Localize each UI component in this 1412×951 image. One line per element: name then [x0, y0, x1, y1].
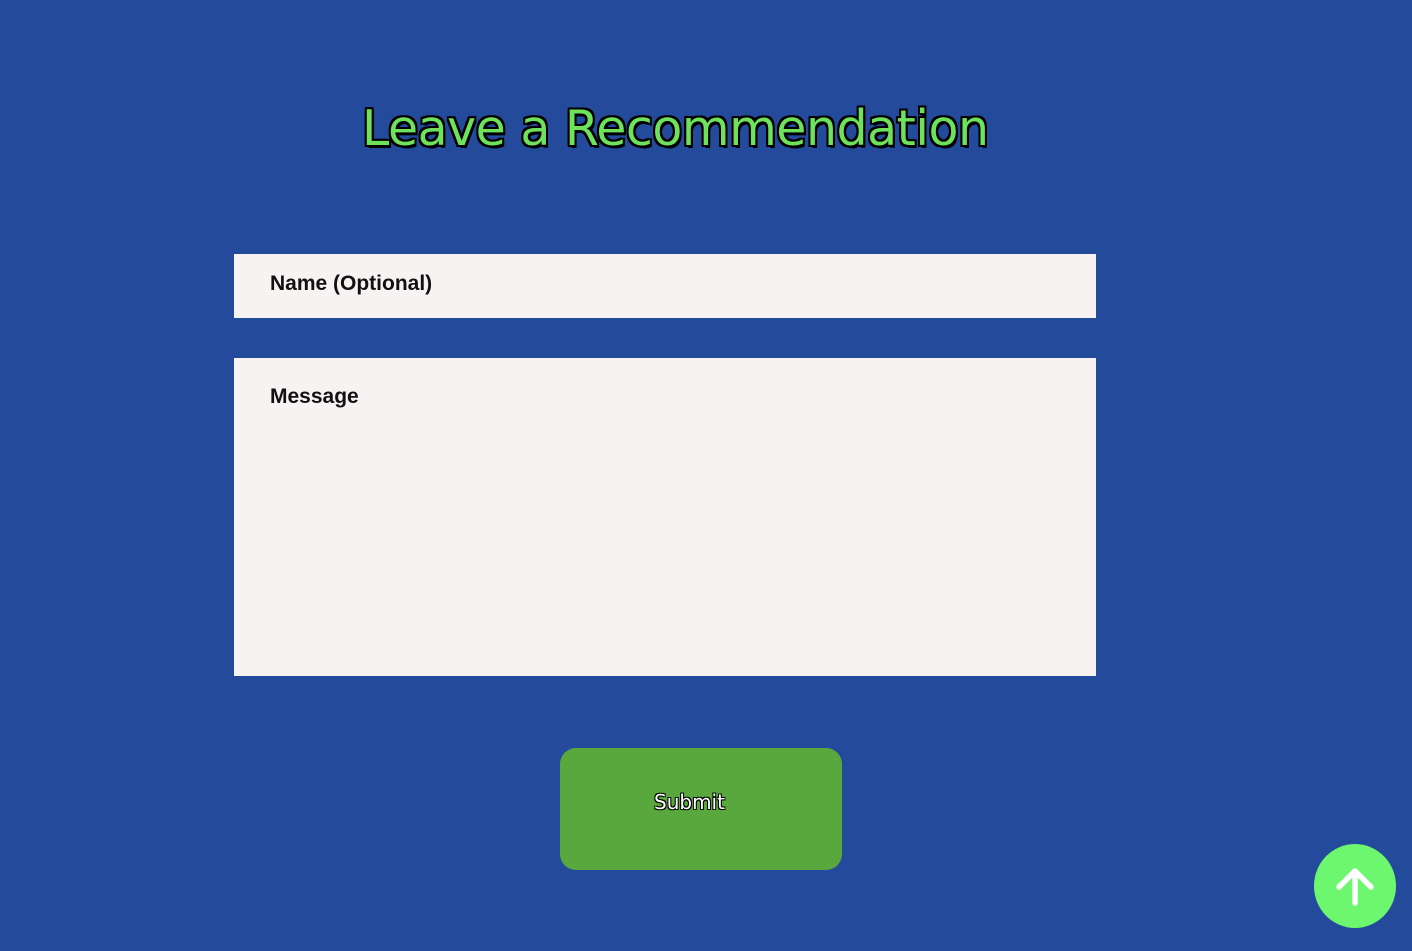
submit-button-label: Submit — [654, 790, 725, 814]
scroll-to-top-button[interactable] — [1314, 844, 1396, 928]
page-title: Leave a Recommendation — [362, 100, 989, 157]
arrow-up-icon — [1336, 868, 1374, 906]
name-input[interactable] — [234, 254, 1096, 318]
message-textarea[interactable] — [234, 358, 1096, 676]
submit-button[interactable]: Submit — [560, 748, 842, 870]
